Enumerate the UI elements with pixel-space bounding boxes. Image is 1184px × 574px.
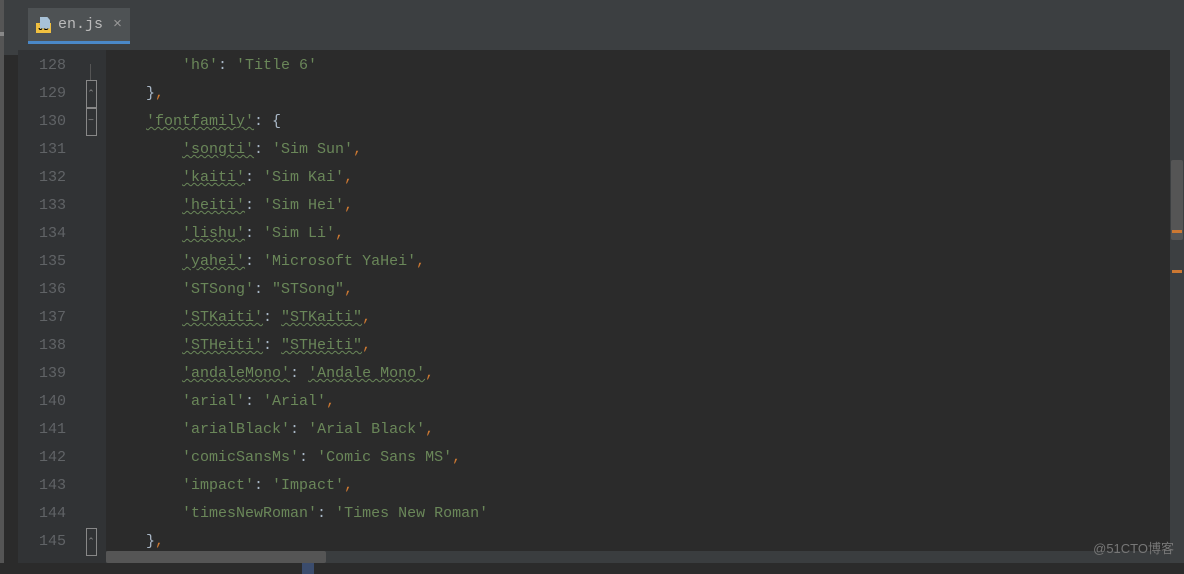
fold-slot	[76, 276, 106, 304]
code-line[interactable]: 'heiti': 'Sim Hei',	[110, 192, 1184, 220]
code-line[interactable]: 'fontfamily': {	[110, 108, 1184, 136]
line-number: 144	[18, 500, 66, 528]
line-number: 131	[18, 136, 66, 164]
line-number: 133	[18, 192, 66, 220]
fold-column[interactable]: ⌃−⌃	[76, 50, 106, 563]
code-line[interactable]: 'STHeiti': "STHeiti",	[110, 332, 1184, 360]
line-number: 138	[18, 332, 66, 360]
line-number: 134	[18, 220, 66, 248]
scroll-marker	[1172, 270, 1182, 273]
line-number: 130	[18, 108, 66, 136]
fold-end-icon[interactable]: ⌃	[86, 528, 97, 556]
line-number: 141	[18, 416, 66, 444]
code-line[interactable]: 'arialBlack': 'Arial Black',	[110, 416, 1184, 444]
editor-tab-bar: JS en.js ×	[4, 0, 1184, 55]
line-number: 142	[18, 444, 66, 472]
code-line[interactable]: 'STKaiti': "STKaiti",	[110, 304, 1184, 332]
horizontal-scroll-thumb[interactable]	[106, 551, 326, 563]
fold-slot	[76, 220, 106, 248]
line-number: 139	[18, 360, 66, 388]
code-line[interactable]: 'andaleMono': 'Andale Mono',	[110, 360, 1184, 388]
fold-slot: ⌃	[76, 80, 106, 108]
horizontal-scrollbar[interactable]	[106, 551, 1170, 563]
vertical-scrollbar[interactable]	[1170, 50, 1184, 563]
fold-slot	[76, 360, 106, 388]
code-area[interactable]: 'h6': 'Title 6' }, 'fontfamily': { 'song…	[106, 50, 1184, 563]
fold-slot	[76, 444, 106, 472]
code-line[interactable]: 'songti': 'Sim Sun',	[110, 136, 1184, 164]
code-line[interactable]: 'kaiti': 'Sim Kai',	[110, 164, 1184, 192]
line-number: 132	[18, 164, 66, 192]
line-number: 129	[18, 80, 66, 108]
fold-minus-icon[interactable]: −	[86, 108, 97, 136]
line-number: 128	[18, 52, 66, 80]
vertical-scroll-thumb[interactable]	[1171, 160, 1183, 240]
fold-slot	[76, 388, 106, 416]
line-number-gutter: 1281291301311321331341351361371381391401…	[18, 50, 76, 563]
left-panel-edge	[0, 0, 4, 563]
code-line[interactable]: 'h6': 'Title 6'	[110, 52, 1184, 80]
fold-slot	[76, 304, 106, 332]
close-icon[interactable]: ×	[113, 16, 122, 33]
fold-slot: −	[76, 108, 106, 136]
fold-slot	[76, 248, 106, 276]
tab-label: en.js	[58, 16, 103, 33]
fold-slot	[76, 332, 106, 360]
line-number: 136	[18, 276, 66, 304]
line-number: 145	[18, 528, 66, 556]
fold-slot	[76, 192, 106, 220]
line-number: 143	[18, 472, 66, 500]
js-file-icon: JS	[36, 17, 52, 33]
fold-slot	[76, 52, 106, 80]
line-number: 140	[18, 388, 66, 416]
code-line[interactable]: 'timesNewRoman': 'Times New Roman'	[110, 500, 1184, 528]
fold-end-icon[interactable]: ⌃	[86, 80, 97, 108]
code-line[interactable]: },	[110, 80, 1184, 108]
file-tab-enjs[interactable]: JS en.js ×	[28, 8, 130, 44]
watermark: @51CTO博客	[1093, 538, 1174, 557]
fold-slot	[76, 136, 106, 164]
code-line[interactable]: 'lishu': 'Sim Li',	[110, 220, 1184, 248]
code-line[interactable]: 'comicSansMs': 'Comic Sans MS',	[110, 444, 1184, 472]
fold-slot	[76, 472, 106, 500]
fold-slot	[76, 164, 106, 192]
fold-slot	[76, 500, 106, 528]
code-line[interactable]: 'STSong': "STSong",	[110, 276, 1184, 304]
line-number: 135	[18, 248, 66, 276]
code-line[interactable]: 'impact': 'Impact',	[110, 472, 1184, 500]
code-line[interactable]: 'arial': 'Arial',	[110, 388, 1184, 416]
code-editor[interactable]: 1281291301311321331341351361371381391401…	[18, 50, 1184, 563]
code-line[interactable]: 'yahei': 'Microsoft YaHei',	[110, 248, 1184, 276]
scroll-marker	[1172, 230, 1182, 233]
line-number: 137	[18, 304, 66, 332]
fold-slot	[76, 416, 106, 444]
fold-slot: ⌃	[76, 528, 106, 556]
